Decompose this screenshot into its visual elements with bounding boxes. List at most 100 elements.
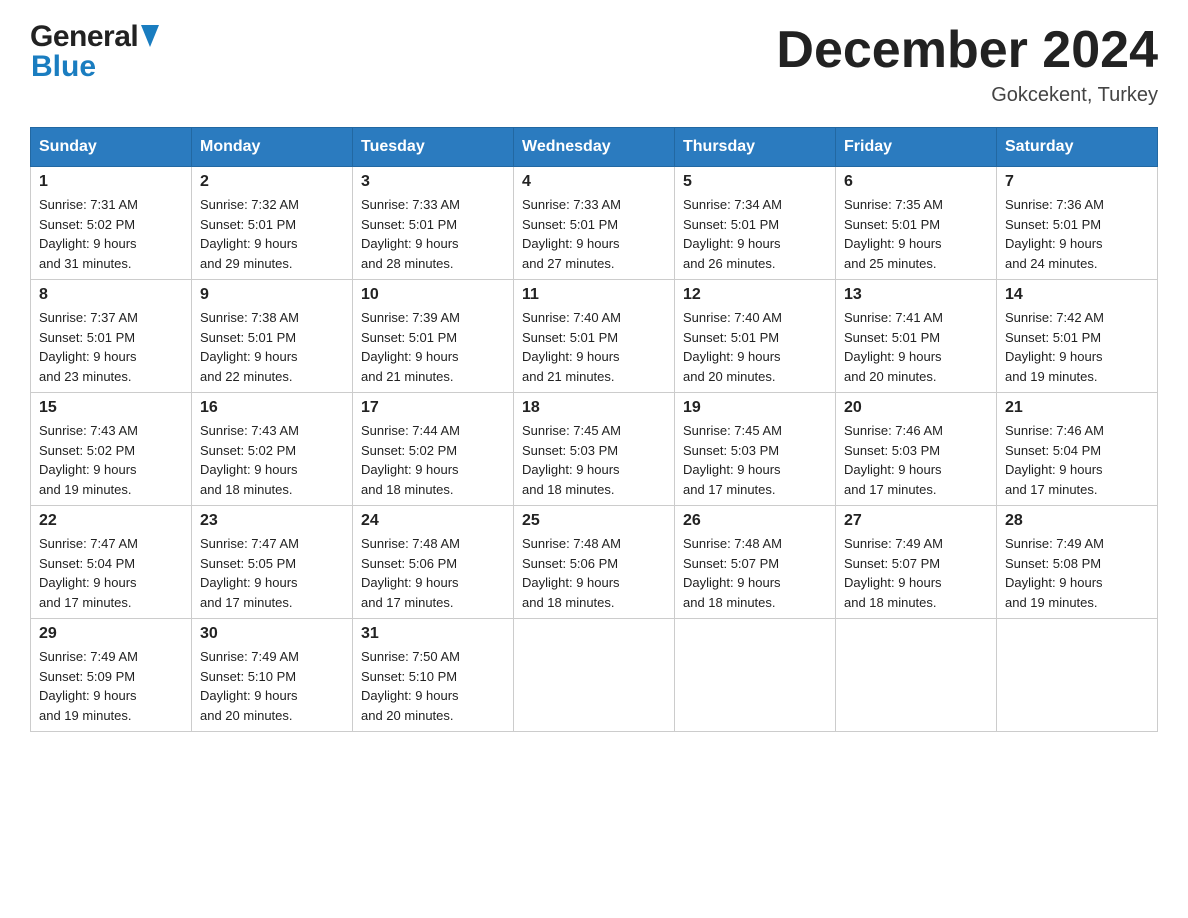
day-info: Sunrise: 7:39 AMSunset: 5:01 PMDaylight:… bbox=[361, 308, 505, 386]
logo-arrow-icon bbox=[141, 25, 159, 47]
col-sunday: Sunday bbox=[31, 128, 192, 167]
day-info: Sunrise: 7:49 AMSunset: 5:07 PMDaylight:… bbox=[844, 534, 988, 612]
table-row: 22 Sunrise: 7:47 AMSunset: 5:04 PMDayligh… bbox=[31, 506, 192, 619]
day-number: 1 bbox=[39, 173, 183, 191]
day-info: Sunrise: 7:48 AMSunset: 5:06 PMDaylight:… bbox=[522, 534, 666, 612]
day-number: 29 bbox=[39, 625, 183, 643]
table-row: 16 Sunrise: 7:43 AMSunset: 5:02 PMDayligh… bbox=[192, 393, 353, 506]
day-info: Sunrise: 7:45 AMSunset: 5:03 PMDaylight:… bbox=[522, 421, 666, 499]
table-row: 10 Sunrise: 7:39 AMSunset: 5:01 PMDayligh… bbox=[353, 280, 514, 393]
day-number: 6 bbox=[844, 173, 988, 191]
col-thursday: Thursday bbox=[675, 128, 836, 167]
day-info: Sunrise: 7:40 AMSunset: 5:01 PMDaylight:… bbox=[522, 308, 666, 386]
day-number: 10 bbox=[361, 286, 505, 304]
table-row: 18 Sunrise: 7:45 AMSunset: 5:03 PMDayligh… bbox=[514, 393, 675, 506]
table-row bbox=[675, 619, 836, 732]
table-row: 27Sunrise: 7:49 AMSunset: 5:07 PMDayligh… bbox=[836, 506, 997, 619]
day-number: 28 bbox=[1005, 512, 1149, 530]
table-row: 13 Sunrise: 7:41 AMSunset: 5:01 PMDayligh… bbox=[836, 280, 997, 393]
day-number: 24 bbox=[361, 512, 505, 530]
day-number: 25 bbox=[522, 512, 666, 530]
day-number: 31 bbox=[361, 625, 505, 643]
table-row: 2 Sunrise: 7:32 AMSunset: 5:01 PMDaylight… bbox=[192, 167, 353, 280]
day-info: Sunrise: 7:41 AMSunset: 5:01 PMDaylight:… bbox=[844, 308, 988, 386]
day-number: 20 bbox=[844, 399, 988, 417]
table-row: 23Sunrise: 7:47 AMSunset: 5:05 PMDayligh… bbox=[192, 506, 353, 619]
col-saturday: Saturday bbox=[997, 128, 1158, 167]
day-info: Sunrise: 7:48 AMSunset: 5:06 PMDaylight:… bbox=[361, 534, 505, 612]
table-row: 8 Sunrise: 7:37 AMSunset: 5:01 PMDaylight… bbox=[31, 280, 192, 393]
day-number: 3 bbox=[361, 173, 505, 191]
day-number: 15 bbox=[39, 399, 183, 417]
col-wednesday: Wednesday bbox=[514, 128, 675, 167]
day-info: Sunrise: 7:40 AMSunset: 5:01 PMDaylight:… bbox=[683, 308, 827, 386]
day-info: Sunrise: 7:32 AMSunset: 5:01 PMDaylight:… bbox=[200, 195, 344, 273]
table-row: 26 Sunrise: 7:48 AMSunset: 5:07 PMDayligh… bbox=[675, 506, 836, 619]
table-row: 9 Sunrise: 7:38 AMSunset: 5:01 PMDaylight… bbox=[192, 280, 353, 393]
table-row: 15Sunrise: 7:43 AMSunset: 5:02 PMDayligh… bbox=[31, 393, 192, 506]
day-info: Sunrise: 7:49 AMSunset: 5:08 PMDaylight:… bbox=[1005, 534, 1149, 612]
title-area: December 2024 Gokcekent, Turkey bbox=[776, 20, 1158, 107]
day-number: 18 bbox=[522, 399, 666, 417]
day-info: Sunrise: 7:33 AMSunset: 5:01 PMDaylight:… bbox=[522, 195, 666, 273]
calendar-week-row: 15 Sunrise: 7:43 AMSunset: 5:02 PMDayligh… bbox=[31, 393, 1158, 506]
table-row bbox=[997, 619, 1158, 732]
table-row bbox=[836, 619, 997, 732]
day-info: Sunrise: 7:36 AMSunset: 5:01 PMDaylight:… bbox=[1005, 195, 1149, 273]
day-info: Sunrise: 7:35 AMSunset: 5:01 PMDaylight:… bbox=[844, 195, 988, 273]
table-row: 21 Sunrise: 7:46 AMSunset: 5:04 PMDayligh… bbox=[997, 393, 1158, 506]
day-number: 26 bbox=[683, 512, 827, 530]
col-monday: Monday bbox=[192, 128, 353, 167]
calendar-table: Sunday Monday Tuesday Wednesday Thursday… bbox=[30, 127, 1158, 732]
logo-general-text: General bbox=[30, 20, 138, 54]
calendar-week-row: 22 Sunrise: 7:47 AMSunset: 5:04 PMDayligh… bbox=[31, 506, 1158, 619]
day-number: 7 bbox=[1005, 173, 1149, 191]
table-row: 17 Sunrise: 7:44 AMSunset: 5:02 PMDayligh… bbox=[353, 393, 514, 506]
table-row: 6 Sunrise: 7:35 AMSunset: 5:01 PMDaylight… bbox=[836, 167, 997, 280]
day-info: Sunrise: 7:47 AMSunset: 5:04 PMDaylight:… bbox=[39, 534, 183, 612]
table-row: 4 Sunrise: 7:33 AMSunset: 5:01 PMDaylight… bbox=[514, 167, 675, 280]
col-friday: Friday bbox=[836, 128, 997, 167]
table-row: 19Sunrise: 7:45 AMSunset: 5:03 PMDayligh… bbox=[675, 393, 836, 506]
day-number: 22 bbox=[39, 512, 183, 530]
day-number: 5 bbox=[683, 173, 827, 191]
day-info: Sunrise: 7:33 AMSunset: 5:01 PMDaylight:… bbox=[361, 195, 505, 273]
day-info: Sunrise: 7:37 AMSunset: 5:01 PMDaylight:… bbox=[39, 308, 183, 386]
day-info: Sunrise: 7:48 AMSunset: 5:07 PMDaylight:… bbox=[683, 534, 827, 612]
table-row: 12Sunrise: 7:40 AMSunset: 5:01 PMDayligh… bbox=[675, 280, 836, 393]
day-info: Sunrise: 7:50 AMSunset: 5:10 PMDaylight:… bbox=[361, 647, 505, 725]
month-title: December 2024 bbox=[776, 20, 1158, 80]
table-row bbox=[514, 619, 675, 732]
day-number: 4 bbox=[522, 173, 666, 191]
day-number: 11 bbox=[522, 286, 666, 304]
table-row: 24 Sunrise: 7:48 AMSunset: 5:06 PMDayligh… bbox=[353, 506, 514, 619]
calendar-week-row: 8 Sunrise: 7:37 AMSunset: 5:01 PMDaylight… bbox=[31, 280, 1158, 393]
day-info: Sunrise: 7:46 AMSunset: 5:04 PMDaylight:… bbox=[1005, 421, 1149, 499]
day-info: Sunrise: 7:46 AMSunset: 5:03 PMDaylight:… bbox=[844, 421, 988, 499]
day-info: Sunrise: 7:31 AMSunset: 5:02 PMDaylight:… bbox=[39, 195, 183, 273]
day-number: 8 bbox=[39, 286, 183, 304]
logo-blue-text: Blue bbox=[31, 50, 96, 84]
day-number: 14 bbox=[1005, 286, 1149, 304]
table-row: 28 Sunrise: 7:49 AMSunset: 5:08 PMDayligh… bbox=[997, 506, 1158, 619]
day-info: Sunrise: 7:44 AMSunset: 5:02 PMDaylight:… bbox=[361, 421, 505, 499]
day-number: 2 bbox=[200, 173, 344, 191]
day-info: Sunrise: 7:45 AMSunset: 5:03 PMDaylight:… bbox=[683, 421, 827, 499]
day-info: Sunrise: 7:43 AMSunset: 5:02 PMDaylight:… bbox=[200, 421, 344, 499]
table-row: 3 Sunrise: 7:33 AMSunset: 5:01 PMDaylight… bbox=[353, 167, 514, 280]
day-number: 16 bbox=[200, 399, 344, 417]
calendar-week-row: 1 Sunrise: 7:31 AMSunset: 5:02 PMDaylight… bbox=[31, 167, 1158, 280]
day-number: 21 bbox=[1005, 399, 1149, 417]
table-row: 31 Sunrise: 7:50 AMSunset: 5:10 PMDayligh… bbox=[353, 619, 514, 732]
table-row: 11 Sunrise: 7:40 AMSunset: 5:01 PMDayligh… bbox=[514, 280, 675, 393]
calendar-week-row: 29Sunrise: 7:49 AMSunset: 5:09 PMDayligh… bbox=[31, 619, 1158, 732]
day-info: Sunrise: 7:34 AMSunset: 5:01 PMDaylight:… bbox=[683, 195, 827, 273]
table-row: 30Sunrise: 7:49 AMSunset: 5:10 PMDayligh… bbox=[192, 619, 353, 732]
day-info: Sunrise: 7:38 AMSunset: 5:01 PMDaylight:… bbox=[200, 308, 344, 386]
calendar-body: 1 Sunrise: 7:31 AMSunset: 5:02 PMDaylight… bbox=[31, 167, 1158, 732]
day-number: 17 bbox=[361, 399, 505, 417]
day-number: 9 bbox=[200, 286, 344, 304]
day-number: 30 bbox=[200, 625, 344, 643]
location: Gokcekent, Turkey bbox=[776, 84, 1158, 107]
day-number: 13 bbox=[844, 286, 988, 304]
